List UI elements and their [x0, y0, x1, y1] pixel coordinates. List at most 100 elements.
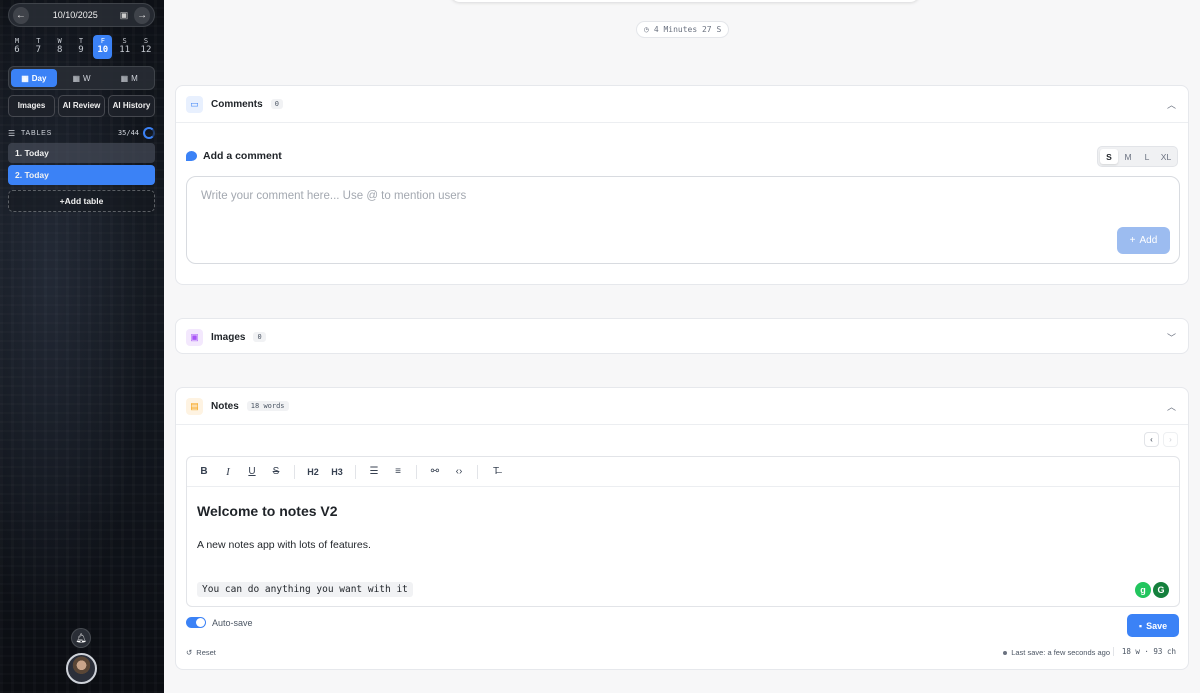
grammar-suggestion-icon[interactable]: g — [1135, 582, 1151, 598]
progress-ring-icon — [143, 127, 155, 139]
bell-icon[interactable]: 🔔︎ — [71, 628, 91, 648]
date-navigator: ← 10/10/2025 ▣ → — [8, 3, 155, 27]
notes-header[interactable]: ▤ Notes 18 words ︿ — [176, 388, 1188, 424]
note-paragraph: A new notes app with lots of features. — [197, 539, 371, 551]
comment-size-selector: S M L XL — [1097, 146, 1178, 167]
italic-icon[interactable]: I — [217, 461, 239, 483]
weekday-thu[interactable]: T9 — [72, 35, 90, 59]
chevron-up-icon[interactable]: ︿ — [1167, 98, 1176, 111]
clear-format-icon[interactable]: T̶ — [485, 461, 507, 483]
next-page-button[interactable]: › — [1163, 432, 1178, 447]
weekday-number: 7 — [35, 44, 42, 55]
weekday-fri-selected[interactable]: F 10 — [93, 35, 113, 59]
divider — [176, 424, 1188, 425]
divider — [176, 122, 1188, 123]
notes-title: Notes — [211, 400, 239, 412]
heading-2-button[interactable]: H2 — [302, 461, 324, 483]
weekday-number: 6 — [14, 44, 20, 55]
calendar-icon: ▦ — [21, 73, 29, 83]
autosave-label: Auto-save — [212, 617, 253, 628]
calendar-icon: ▦ — [72, 73, 80, 83]
toolbar-separator — [294, 464, 295, 479]
comments-title: Comments — [211, 98, 263, 110]
add-table-button[interactable]: +Add table — [8, 190, 155, 212]
chevron-down-icon[interactable]: ﹀ — [1167, 331, 1176, 344]
save-icon: ▪ — [1138, 620, 1143, 631]
numbered-list-icon[interactable]: ≡ — [387, 461, 409, 483]
add-comment-heading: Add a comment — [186, 150, 282, 162]
comment-icon: ▭ — [186, 95, 203, 113]
bullet-list-icon[interactable]: ☰ — [363, 461, 385, 483]
last-save-status: Last save: a few seconds ago — [1003, 648, 1110, 657]
autosave-toggle[interactable] — [186, 617, 206, 628]
comment-placeholder: Write your comment here... Use @ to ment… — [201, 190, 467, 202]
comments-header[interactable]: ▭ Comments 0 ︿ — [176, 86, 1188, 122]
ai-history-button[interactable]: AI History — [108, 95, 155, 117]
link-icon[interactable]: ⚯ — [424, 461, 446, 483]
chat-bubble-icon — [186, 151, 197, 161]
weekday-mon[interactable]: M6 — [8, 35, 26, 59]
prev-page-button[interactable]: ‹ — [1144, 432, 1159, 447]
tab-month[interactable]: ▦ M — [106, 69, 152, 87]
add-comment-label: Add a comment — [203, 150, 282, 162]
notes-word-count: 18 words — [246, 401, 289, 411]
weekday-number: 12 — [140, 44, 152, 55]
grammarly-icon[interactable]: G — [1153, 582, 1169, 598]
size-m-button[interactable]: M — [1119, 149, 1137, 164]
table-item-selected[interactable]: 2. Today — [8, 165, 155, 185]
underline-icon[interactable]: U — [241, 461, 263, 483]
save-button[interactable]: ▪ Save — [1127, 614, 1179, 637]
weekday-number: 8 — [56, 44, 63, 55]
editor-toolbar: B I U S H2 H3 ☰ ≡ ⚯ ‹› T̶ — [187, 457, 1179, 487]
weekday-sun[interactable]: S 12 — [137, 35, 155, 59]
next-day-button[interactable]: → — [134, 6, 150, 24]
notes-editor: B I U S H2 H3 ☰ ≡ ⚯ ‹› T̶ Welcome to not… — [186, 456, 1180, 607]
size-s-button[interactable]: S — [1100, 149, 1118, 164]
status-dot-icon — [1003, 650, 1008, 655]
note-code: You can do anything you want with it — [197, 582, 413, 597]
images-header[interactable]: ▣ Images 0 ﹀ — [176, 319, 1188, 355]
last-save-text: Last save: a few seconds ago — [1011, 648, 1110, 657]
weekday-sat[interactable]: S 11 — [116, 35, 134, 59]
strikethrough-icon[interactable]: S — [265, 461, 287, 483]
tables-count: 35/44 — [117, 129, 139, 137]
tables-header: ☰ TABLES 35/44 — [8, 126, 155, 140]
tab-month-label: M — [131, 73, 138, 83]
bold-icon[interactable]: B — [193, 461, 215, 483]
table-item[interactable]: 1. Today — [8, 143, 155, 163]
size-l-button[interactable]: L — [1138, 149, 1156, 164]
images-card: ▣ Images 0 ﹀ — [175, 318, 1189, 354]
tab-day[interactable]: ▦ Day — [11, 69, 57, 87]
prev-day-button[interactable]: ← — [13, 6, 29, 24]
images-button[interactable]: Images — [8, 95, 55, 117]
grammar-widget: g G — [1135, 582, 1169, 598]
weekday-tue[interactable]: T7 — [29, 35, 47, 59]
editor-content[interactable]: Welcome to notes V2 A new notes app with… — [187, 487, 1179, 606]
notes-stats: 18 w · 93 ch — [1112, 647, 1176, 656]
reset-button[interactable]: ↺ Reset — [186, 648, 216, 657]
weekday-wed[interactable]: W8 — [51, 35, 69, 59]
add-comment-button[interactable]: + Add — [1117, 227, 1170, 254]
save-label: Save — [1146, 620, 1168, 631]
tables-heading: TABLES — [20, 129, 53, 137]
ai-review-button[interactable]: AI Review — [58, 95, 105, 117]
tab-week[interactable]: ▦ W — [59, 69, 105, 87]
comment-input[interactable]: Write your comment here... Use @ to ment… — [186, 176, 1180, 264]
comments-count: 0 — [270, 99, 283, 109]
size-xl-button[interactable]: XL — [1157, 149, 1175, 164]
calendar-icon[interactable]: ▣ — [120, 10, 129, 21]
heading-3-button[interactable]: H3 — [326, 461, 348, 483]
calendar-icon: ▦ — [120, 73, 129, 83]
toolbar-separator — [416, 464, 417, 479]
images-title: Images — [211, 331, 246, 343]
view-mode-tabs: ▦ Day ▦ W ▦ M — [8, 66, 155, 90]
tab-week-label: W — [83, 73, 91, 83]
add-label: Add — [1139, 235, 1158, 246]
notes-card: ▤ Notes 18 words ︿ ‹ › B I U S H2 H3 ☰ ≡… — [175, 387, 1189, 670]
list-icon: ☰ — [8, 128, 16, 138]
code-icon[interactable]: ‹› — [448, 461, 470, 483]
chevron-up-icon[interactable]: ︿ — [1167, 400, 1176, 413]
toolbar-separator — [477, 464, 478, 479]
image-icon: ▣ — [186, 328, 203, 346]
avatar[interactable] — [66, 653, 97, 684]
